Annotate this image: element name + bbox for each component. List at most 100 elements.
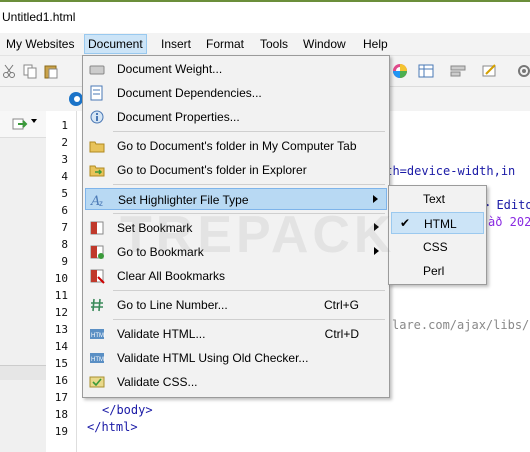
- line-number: 18: [54, 408, 68, 421]
- code-line-19[interactable]: </html>: [87, 420, 138, 434]
- cut-icon[interactable]: [2, 63, 18, 79]
- menu-item-validate-css[interactable]: Validate CSS...: [85, 371, 387, 393]
- menu-separator: [113, 213, 385, 214]
- validate-css-icon: [89, 376, 105, 388]
- copy-icon[interactable]: [22, 63, 38, 79]
- line-number: 2: [61, 136, 68, 149]
- paste-icon[interactable]: [43, 63, 59, 79]
- folder-arrow-icon: [89, 165, 105, 177]
- window-title: Untitled1.html: [2, 10, 76, 24]
- submenu-arrow-icon: [373, 195, 378, 203]
- svg-text:HTML: HTML: [91, 333, 105, 339]
- hash-icon: [91, 298, 103, 312]
- menu-item-go-to-line[interactable]: Go to Line Number... Ctrl+G: [85, 294, 387, 316]
- menu-item-clear-bookmarks[interactable]: Clear All Bookmarks: [85, 265, 387, 287]
- menu-item-label: Validate HTML...: [117, 327, 206, 341]
- svg-text:HTML: HTML: [91, 357, 105, 363]
- title-bar: Untitled1.html: [0, 0, 530, 32]
- svg-text:z: z: [99, 199, 103, 208]
- weight-icon: [89, 65, 105, 75]
- menu-item-set-bookmark[interactable]: Set Bookmark: [85, 217, 387, 239]
- menu-separator: [113, 319, 385, 320]
- code-line-6[interactable]: > Edito: [482, 198, 530, 212]
- validate-old-icon: HTML: [90, 353, 105, 363]
- line-number: 1: [61, 119, 68, 132]
- submenu-item-css[interactable]: CSS: [391, 236, 484, 258]
- menu-item-label: Go to Document's folder in My Computer T…: [117, 139, 357, 153]
- menu-item-folder-explorer[interactable]: Go to Document's folder in Explorer: [85, 159, 387, 181]
- validate-html-icon: HTML: [90, 329, 105, 339]
- line-number: 12: [54, 306, 68, 319]
- submenu-item-text[interactable]: Text: [391, 188, 484, 210]
- line-number: 13: [54, 323, 68, 336]
- submenu-item-label: Perl: [423, 264, 445, 278]
- line-number: 17: [54, 391, 68, 404]
- menu-item-label: Set Highlighter File Type: [118, 193, 249, 207]
- menu-insert[interactable]: Insert: [158, 35, 194, 53]
- folder-icon: [89, 141, 105, 153]
- menu-item-label: Document Weight...: [117, 62, 223, 76]
- line-number: 9: [61, 255, 68, 268]
- menu-tools[interactable]: Tools: [257, 35, 291, 53]
- code-line-5[interactable]: dth=device-width,in: [378, 164, 515, 178]
- form-icon[interactable]: [482, 63, 498, 79]
- line-number: 6: [61, 204, 68, 217]
- code-line-18[interactable]: </body>: [102, 403, 153, 417]
- menu-item-document-weight[interactable]: Document Weight...: [85, 58, 387, 80]
- menu-help[interactable]: Help: [360, 35, 391, 53]
- horizontal-scrollbar[interactable]: [0, 365, 46, 380]
- menu-separator: [113, 290, 385, 291]
- left-panel-toolbar: [0, 111, 46, 138]
- bookmark-go-icon: [90, 245, 104, 259]
- line-number: 11: [54, 289, 68, 302]
- menu-item-shortcut: Ctrl+G: [323, 298, 359, 312]
- line-number: 3: [61, 153, 68, 166]
- menu-item-document-properties[interactable]: Document Properties...: [85, 106, 387, 128]
- dependencies-icon: [90, 85, 103, 101]
- code-line-13[interactable]: lare.com/ajax/libs/: [392, 318, 529, 332]
- menu-item-shortcut: Ctrl+D: [324, 327, 359, 341]
- menu-document[interactable]: Document: [84, 34, 147, 54]
- bookmark-clear-icon: [90, 269, 105, 284]
- submenu-item-label: CSS: [423, 240, 448, 254]
- menu-item-set-highlighter[interactable]: Az Set Highlighter File Type: [85, 188, 387, 210]
- highlighter-icon: Az: [90, 194, 103, 208]
- menu-item-label: Validate HTML Using Old Checker...: [117, 351, 309, 365]
- line-number: 15: [54, 357, 68, 370]
- dropdown-arrow-icon[interactable]: [31, 119, 37, 123]
- submenu-arrow-icon: [374, 223, 379, 231]
- menu-separator: [113, 131, 385, 132]
- menu-item-go-to-bookmark[interactable]: Go to Bookmark: [85, 241, 387, 263]
- menu-bar: My Websites Document Insert Format Tools…: [0, 33, 530, 56]
- line-number: 4: [61, 170, 68, 183]
- menu-item-label: Go to Line Number...: [117, 298, 228, 312]
- menu-item-document-dependencies[interactable]: Document Dependencies...: [85, 82, 387, 104]
- line-number-gutter: 1 2 3 4 5 6 7 8 9 10 11 12 13 14 15 16 1…: [46, 111, 77, 452]
- menu-item-folder-mycomputer[interactable]: Go to Document's folder in My Computer T…: [85, 135, 387, 157]
- line-number: 14: [54, 340, 68, 353]
- highlighter-submenu: Text ✔ HTML CSS Perl: [388, 185, 487, 285]
- line-number: 7: [61, 221, 68, 234]
- line-number: 8: [61, 238, 68, 251]
- code-line-7[interactable]: àð 202: [488, 215, 530, 229]
- menu-separator: [113, 184, 385, 185]
- menu-item-label: Document Dependencies...: [117, 86, 262, 100]
- menu-item-label: Go to Document's folder in Explorer: [117, 163, 307, 177]
- color-picker-icon[interactable]: [392, 63, 408, 79]
- layout-icon[interactable]: [450, 63, 466, 79]
- table-icon[interactable]: [418, 63, 434, 79]
- submenu-item-perl[interactable]: Perl: [391, 260, 484, 282]
- menu-item-label: Clear All Bookmarks: [117, 269, 226, 283]
- menu-format[interactable]: Format: [203, 35, 247, 53]
- menu-my-websites[interactable]: My Websites: [3, 35, 77, 53]
- navigate-icon[interactable]: [12, 116, 28, 132]
- menu-item-validate-html[interactable]: HTML Validate HTML... Ctrl+D: [85, 323, 387, 345]
- line-number: 19: [54, 425, 68, 438]
- menu-item-label: Set Bookmark: [117, 221, 193, 235]
- submenu-item-label: Text: [423, 192, 446, 206]
- bookmark-set-icon: [90, 221, 104, 235]
- menu-item-validate-html-old[interactable]: HTML Validate HTML Using Old Checker...: [85, 347, 387, 369]
- submenu-item-html[interactable]: ✔ HTML: [391, 212, 484, 234]
- menu-window[interactable]: Window: [300, 35, 349, 53]
- settings-icon[interactable]: [516, 63, 530, 79]
